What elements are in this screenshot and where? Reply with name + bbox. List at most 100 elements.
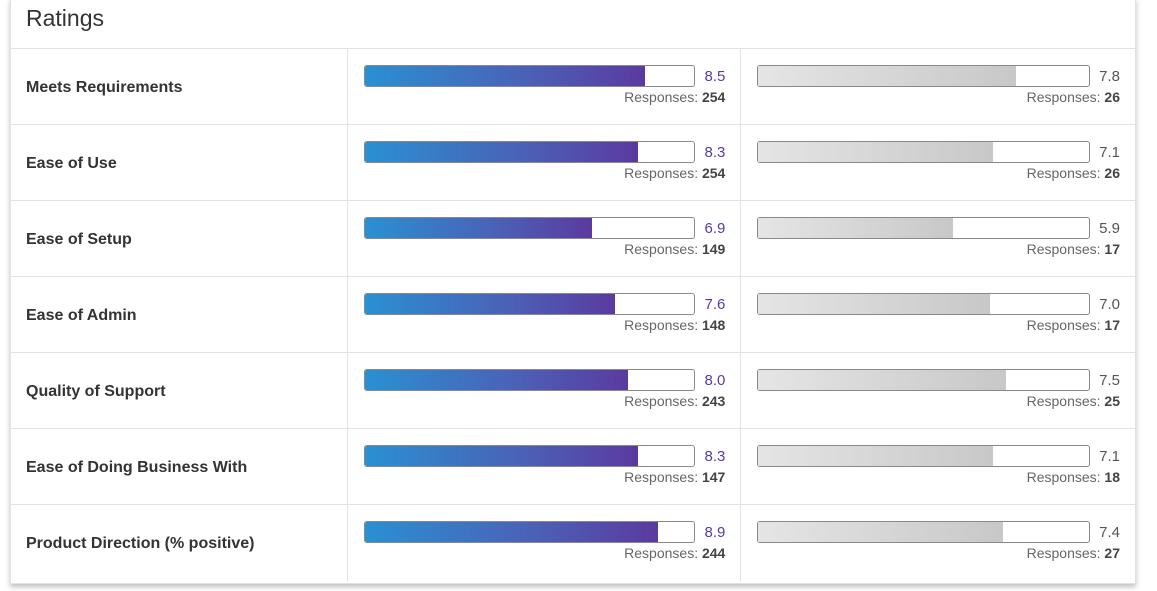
responses-label: Responses:: [624, 317, 699, 333]
score-value: 7.1: [1099, 447, 1120, 465]
responses-label: Responses:: [1026, 241, 1101, 257]
rating-cell-comparison: 7.1 Responses: 18: [741, 429, 1135, 504]
score-value: 8.3: [704, 447, 726, 465]
responses-count: Responses: 25: [757, 393, 1120, 409]
score-bar: [363, 141, 696, 163]
responses-value: 25: [1104, 393, 1120, 409]
score-value: 7.0: [1099, 295, 1120, 313]
rating-row: Quality of Support 8.0 Responses: 243 7.…: [11, 353, 1135, 429]
rating-cell-comparison: 7.0 Responses: 17: [741, 277, 1135, 352]
responses-value: 17: [1104, 241, 1120, 257]
responses-count: Responses: 254: [364, 89, 726, 105]
ratings-table: Meets Requirements 8.5 Responses: 254 7.…: [11, 49, 1135, 581]
score-bar-fill: [758, 66, 1017, 86]
responses-count: Responses: 149: [364, 241, 725, 257]
score-bar: [757, 293, 1090, 315]
responses-label: Responses:: [624, 469, 699, 485]
rating-cell-product: 8.3 Responses: 254: [348, 125, 742, 200]
score-bar: [363, 521, 696, 543]
responses-label: Responses:: [624, 393, 699, 409]
responses-count: Responses: 27: [757, 545, 1120, 561]
rating-label: Ease of Doing Business With: [11, 429, 348, 504]
responses-value: 244: [701, 545, 726, 561]
score-value: 8.3: [704, 143, 726, 161]
rating-label: Ease of Use: [11, 125, 348, 200]
responses-value: 148: [701, 317, 726, 333]
score-bar: [363, 293, 696, 315]
responses-count: Responses: 148: [364, 317, 726, 333]
score-bar-fill: [758, 142, 994, 162]
rating-row: Meets Requirements 8.5 Responses: 254 7.…: [11, 49, 1135, 125]
rating-cell-product: 6.9 Responses: 149: [348, 201, 742, 276]
score-bar: [757, 217, 1090, 239]
rating-cell-comparison: 7.1 Responses: 26: [741, 125, 1135, 200]
responses-value: 147: [701, 469, 726, 485]
score-value: 7.1: [1099, 143, 1120, 161]
responses-count: Responses: 243: [364, 393, 726, 409]
score-bar: [757, 445, 1090, 467]
rating-row: Product Direction (% positive) 8.9 Respo…: [11, 505, 1135, 581]
score-value: 5.9: [1099, 219, 1120, 237]
score-value: 7.6: [704, 295, 726, 313]
rating-row: Ease of Use 8.3 Responses: 254 7.1 Respo…: [11, 125, 1135, 201]
rating-label: Quality of Support: [11, 353, 348, 428]
score-value: 6.9: [704, 219, 726, 237]
score-bar: [363, 65, 696, 87]
score-bar: [757, 141, 1090, 163]
rating-label: Meets Requirements: [11, 49, 348, 124]
score-bar-fill: [364, 294, 616, 314]
score-bar-fill: [758, 218, 954, 238]
responses-count: Responses: 244: [364, 545, 726, 561]
score-bar-fill: [364, 522, 659, 542]
responses-value: 254: [701, 165, 726, 181]
responses-label: Responses:: [624, 545, 699, 561]
responses-value: 18: [1104, 469, 1120, 485]
responses-label: Responses:: [624, 89, 699, 105]
score-value: 8.0: [704, 371, 726, 389]
score-bar: [363, 445, 696, 467]
score-bar-fill: [758, 294, 990, 314]
responses-value: 17: [1104, 317, 1120, 333]
score-bar-fill: [364, 66, 645, 86]
rating-cell-comparison: 7.4 Responses: 27: [741, 505, 1135, 581]
responses-value: 243: [701, 393, 726, 409]
score-bar-fill: [364, 218, 593, 238]
rating-cell-product: 8.9 Responses: 244: [348, 505, 742, 581]
responses-label: Responses:: [624, 241, 699, 257]
responses-value: 254: [701, 89, 726, 105]
responses-label: Responses:: [1026, 317, 1101, 333]
score-bar-fill: [364, 142, 639, 162]
ratings-card: Ratings Meets Requirements 8.5 Responses…: [10, 0, 1136, 584]
responses-label: Responses:: [1026, 545, 1101, 561]
score-value: 8.9: [704, 523, 726, 541]
responses-count: Responses: 254: [364, 165, 726, 181]
responses-count: Responses: 26: [757, 89, 1120, 105]
score-bar-fill: [364, 370, 629, 390]
responses-label: Responses:: [624, 165, 699, 181]
score-bar-fill: [758, 370, 1007, 390]
score-bar-fill: [758, 522, 1004, 542]
rating-row: Ease of Doing Business With 8.3 Response…: [11, 429, 1135, 505]
rating-label: Product Direction (% positive): [11, 505, 348, 581]
responses-value: 26: [1104, 165, 1120, 181]
rating-cell-comparison: 5.9 Responses: 17: [741, 201, 1135, 276]
score-value: 7.8: [1099, 67, 1120, 85]
responses-value: 27: [1104, 545, 1120, 561]
score-bar: [757, 65, 1090, 87]
rating-label: Ease of Setup: [11, 201, 348, 276]
rating-row: Ease of Setup 6.9 Responses: 149 5.9 Res…: [11, 201, 1135, 277]
responses-count: Responses: 17: [757, 317, 1120, 333]
responses-value: 26: [1104, 89, 1120, 105]
score-bar-fill: [364, 446, 639, 466]
rating-cell-product: 8.3 Responses: 147: [348, 429, 742, 504]
rating-cell-comparison: 7.5 Responses: 25: [741, 353, 1135, 428]
score-value: 7.4: [1099, 523, 1120, 541]
responses-label: Responses:: [1026, 469, 1101, 485]
responses-label: Responses:: [1026, 89, 1101, 105]
responses-count: Responses: 18: [757, 469, 1120, 485]
rating-label: Ease of Admin: [11, 277, 348, 352]
score-value: 8.5: [704, 67, 726, 85]
score-bar-fill: [758, 446, 994, 466]
responses-label: Responses:: [1026, 393, 1101, 409]
score-value: 7.5: [1099, 371, 1120, 389]
